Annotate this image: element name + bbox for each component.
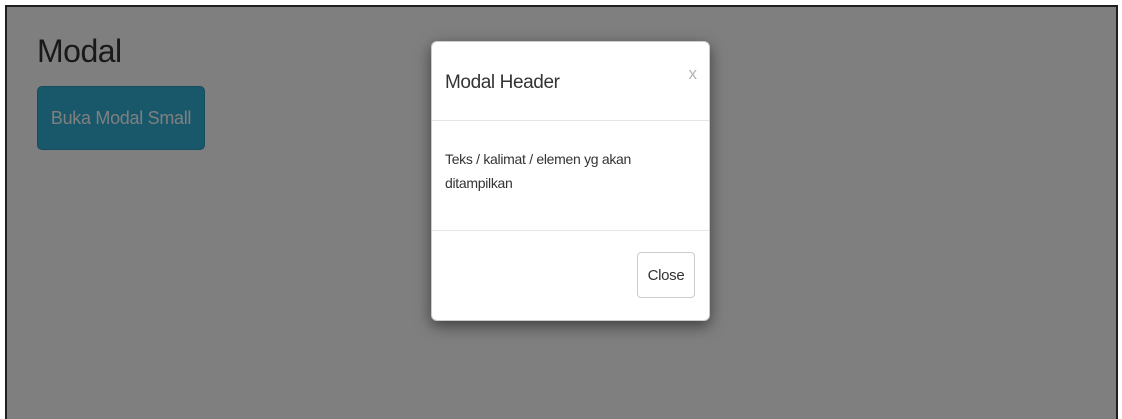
close-button[interactable]: Close — [637, 252, 695, 298]
modal-footer: Close — [432, 230, 709, 320]
browser-viewport: Modal Buka Modal Small Modal Header x Te… — [5, 5, 1118, 419]
modal-header: Modal Header x — [432, 42, 709, 121]
modal-title: Modal Header — [445, 72, 560, 93]
modal-body-text: Teks / kalimat / elemen yg akan ditampil… — [445, 151, 632, 191]
modal-dialog: Modal Header x Teks / kalimat / elemen y… — [431, 41, 710, 321]
close-icon[interactable]: x — [689, 64, 698, 84]
